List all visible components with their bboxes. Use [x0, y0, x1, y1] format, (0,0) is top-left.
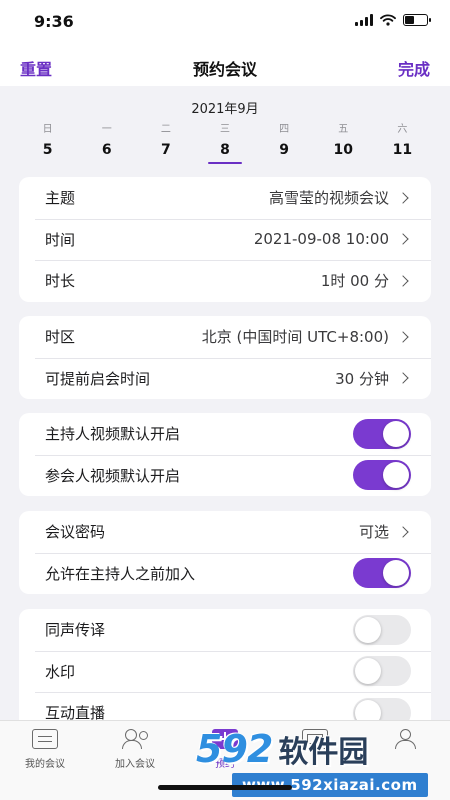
calendar-days: 日 5 一 6 二 7 三 8 四 9 五 10 六 11 — [18, 120, 432, 164]
time-value: 2021-09-08 10:00 — [253, 230, 389, 249]
date-label: 7 — [160, 142, 171, 158]
chevron-right-icon — [397, 331, 409, 343]
watermark-toggle[interactable] — [353, 656, 411, 687]
meeting-basic-card: 主题 高雪莹的视频会议 时间 2021-09-08 10:00 时长 1时 00… — [19, 177, 431, 302]
join-before-host-label: 允许在主持人之前加入 — [45, 564, 196, 583]
weekday-label: 一 — [101, 124, 112, 135]
calendar-day-selected[interactable]: 三 8 — [195, 120, 254, 164]
watermark-label: 水印 — [45, 662, 76, 681]
date-label: 5 — [42, 142, 53, 158]
nav-bar: 重置 预约会议 完成 — [0, 46, 450, 86]
live-stream-toggle[interactable] — [353, 697, 411, 720]
host-video-label: 主持人视频默认开启 — [45, 425, 181, 444]
live-stream-label: 互动直播 — [45, 704, 106, 720]
weekday-label: 四 — [279, 124, 290, 135]
share-screen-icon — [302, 729, 328, 749]
date-label: 6 — [101, 142, 112, 158]
calendar-day[interactable]: 日 5 — [18, 120, 77, 164]
live-stream-row: 互动直播 — [19, 692, 431, 720]
weekday-label: 六 — [397, 124, 408, 135]
calendar-day[interactable]: 二 7 — [136, 120, 195, 164]
join-before-host-toggle[interactable] — [353, 558, 411, 589]
tab-join-meeting[interactable]: 加入会议 — [90, 729, 180, 770]
weekday-label: 日 — [42, 124, 53, 135]
password-row[interactable]: 会议密码 可选 — [19, 511, 431, 553]
chevron-right-icon — [397, 192, 409, 204]
interpretation-row: 同声传译 — [19, 609, 431, 651]
duration-row[interactable]: 时长 1时 00 分 — [19, 260, 431, 302]
early-start-row[interactable]: 可提前启会时间 30 分钟 — [19, 357, 431, 400]
tab-my-meetings[interactable]: 我的会议 — [0, 729, 90, 770]
signal-icon — [355, 14, 373, 26]
tab-me[interactable] — [360, 729, 450, 749]
schedule-plus-icon — [212, 729, 238, 749]
tab-share[interactable] — [270, 729, 360, 749]
duration-value: 1时 00 分 — [320, 272, 389, 291]
participant-video-label: 参会人视频默认开启 — [45, 466, 181, 485]
join-people-icon — [122, 729, 148, 749]
early-start-label: 可提前启会时间 — [45, 369, 151, 388]
calendar-day[interactable]: 六 11 — [373, 120, 432, 164]
tab-label: 加入会议 — [115, 759, 155, 770]
topic-value: 高雪莹的视频会议 — [268, 189, 389, 208]
early-start-value: 30 分钟 — [335, 369, 389, 388]
interpretation-toggle[interactable] — [353, 614, 411, 645]
calendar-month: 2021年9月 — [191, 102, 259, 117]
interpretation-label: 同声传译 — [45, 621, 106, 640]
page-title: 预约会议 — [192, 60, 257, 79]
timezone-card: 时区 北京 (中国时间 UTC+8:00) 可提前启会时间 30 分钟 — [19, 316, 431, 399]
wifi-icon — [380, 14, 396, 26]
status-icons — [355, 14, 431, 26]
participant-video-row: 参会人视频默认开启 — [19, 454, 431, 497]
weekday-label: 三 — [219, 124, 230, 135]
profile-icon — [392, 729, 418, 749]
security-card: 会议密码 可选 允许在主持人之前加入 — [19, 511, 431, 594]
join-before-host-row: 允许在主持人之前加入 — [19, 552, 431, 595]
week-calendar: 2021年9月 日 5 一 6 二 7 三 8 四 9 五 10 六 11 — [0, 86, 450, 172]
chevron-right-icon — [397, 233, 409, 245]
calendar-day[interactable]: 一 6 — [77, 120, 136, 164]
advanced-card: 同声传译 水印 互动直播 — [19, 609, 431, 720]
chevron-right-icon — [397, 526, 409, 538]
topic-label: 主题 — [45, 189, 76, 208]
status-time: 9:36 — [34, 12, 74, 31]
tab-label: 预约 — [215, 759, 235, 770]
timezone-row[interactable]: 时区 北京 (中国时间 UTC+8:00) — [19, 316, 431, 358]
timezone-label: 时区 — [45, 328, 76, 347]
topic-row[interactable]: 主题 高雪莹的视频会议 — [19, 177, 431, 219]
date-label: 9 — [279, 142, 289, 158]
host-video-row: 主持人视频默认开启 — [19, 413, 431, 455]
tab-schedule[interactable]: 预约 — [180, 729, 270, 770]
participant-video-toggle[interactable] — [353, 460, 411, 491]
meeting-list-icon — [32, 729, 58, 749]
selected-day-indicator — [207, 162, 242, 164]
calendar-day[interactable]: 五 10 — [314, 120, 373, 164]
battery-icon — [403, 14, 431, 26]
done-button[interactable]: 完成 — [398, 56, 430, 80]
chevron-right-icon — [397, 372, 409, 384]
date-label: 10 — [333, 142, 354, 158]
tab-label: 我的会议 — [25, 759, 65, 770]
password-value: 可选 — [358, 523, 389, 542]
weekday-label: 五 — [338, 124, 349, 135]
watermark-row: 水印 — [19, 650, 431, 693]
password-label: 会议密码 — [45, 523, 106, 542]
weekday-label: 二 — [160, 124, 171, 135]
date-label: 11 — [392, 142, 413, 158]
host-video-toggle[interactable] — [353, 418, 411, 449]
timezone-value: 北京 (中国时间 UTC+8:00) — [201, 328, 389, 347]
chevron-right-icon — [397, 275, 409, 287]
date-label: 8 — [220, 142, 230, 158]
status-bar: 9:36 — [0, 0, 450, 46]
calendar-day[interactable]: 四 9 — [255, 120, 314, 164]
time-label: 时间 — [45, 230, 76, 249]
video-settings-card: 主持人视频默认开启 参会人视频默认开启 — [19, 413, 431, 496]
home-indicator[interactable] — [158, 785, 292, 790]
duration-label: 时长 — [45, 272, 76, 291]
time-row[interactable]: 时间 2021-09-08 10:00 — [19, 218, 431, 261]
